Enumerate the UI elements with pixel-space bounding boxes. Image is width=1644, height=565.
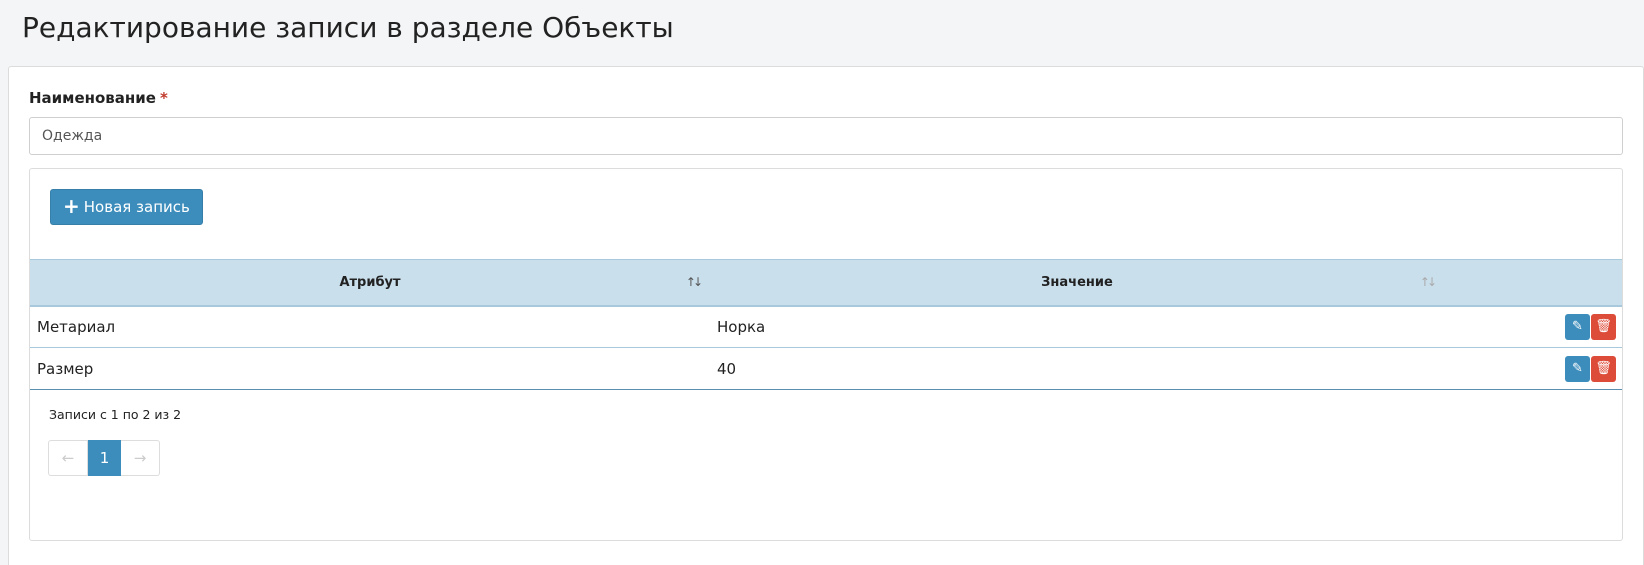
name-label-text: Наименование [29, 89, 156, 107]
table-row: Метариал Норка ✎ 🗑 [30, 305, 1622, 348]
trash-icon: 🗑 [1595, 318, 1612, 334]
delete-button[interactable]: 🗑 [1591, 313, 1616, 340]
required-mark: * [159, 89, 168, 107]
edit-button[interactable]: ✎ [1565, 355, 1590, 382]
name-input[interactable] [29, 117, 1623, 155]
cell-attribute: Метариал [30, 305, 710, 348]
page-title: Редактирование записи в разделе Объекты [22, 11, 674, 44]
pagination: ← 1 → [48, 440, 160, 476]
edit-panel: Наименование* + Новая запись Атрибут ↑↓ [8, 66, 1644, 565]
pencil-icon: ✎ [1572, 360, 1583, 376]
new-record-label: Новая запись [83, 198, 190, 216]
delete-button[interactable]: 🗑 [1591, 355, 1616, 382]
sort-asc-icon[interactable]: ↑↓ [686, 275, 703, 289]
trash-icon: 🗑 [1595, 360, 1612, 376]
row-actions: ✎ 🗑 [1444, 305, 1622, 348]
records-info: Записи с 1 по 2 из 2 [49, 407, 182, 422]
pagination-next[interactable]: → [121, 440, 160, 476]
row-actions: ✎ 🗑 [1444, 347, 1622, 390]
attributes-box: + Новая запись Атрибут ↑↓ Значение ↑↓ Ме… [29, 168, 1623, 541]
column-header-label: Атрибут [339, 274, 401, 290]
pagination-prev[interactable]: ← [48, 440, 88, 476]
name-field-label: Наименование * [29, 89, 168, 107]
attributes-table: Атрибут ↑↓ Значение ↑↓ Метариал Норка ✎ 🗑 [30, 259, 1622, 390]
new-record-button[interactable]: + Новая запись [50, 189, 203, 225]
table-row: Размер 40 ✎ 🗑 [30, 347, 1622, 390]
edit-button[interactable]: ✎ [1565, 313, 1590, 340]
cell-value: 40 [710, 347, 1444, 390]
column-header-value[interactable]: Значение ↑↓ [710, 259, 1444, 307]
plus-icon: + [63, 194, 80, 218]
column-header-label: Значение [1041, 274, 1113, 290]
pencil-icon: ✎ [1572, 318, 1583, 334]
sort-icon[interactable]: ↑↓ [1420, 275, 1437, 289]
pagination-page-1[interactable]: 1 [88, 440, 121, 476]
table-header-row: Атрибут ↑↓ Значение ↑↓ [30, 259, 1622, 307]
column-header-actions [1444, 259, 1622, 307]
cell-value: Норка [710, 305, 1444, 348]
column-header-attribute[interactable]: Атрибут ↑↓ [30, 259, 710, 307]
cell-attribute: Размер [30, 347, 710, 390]
